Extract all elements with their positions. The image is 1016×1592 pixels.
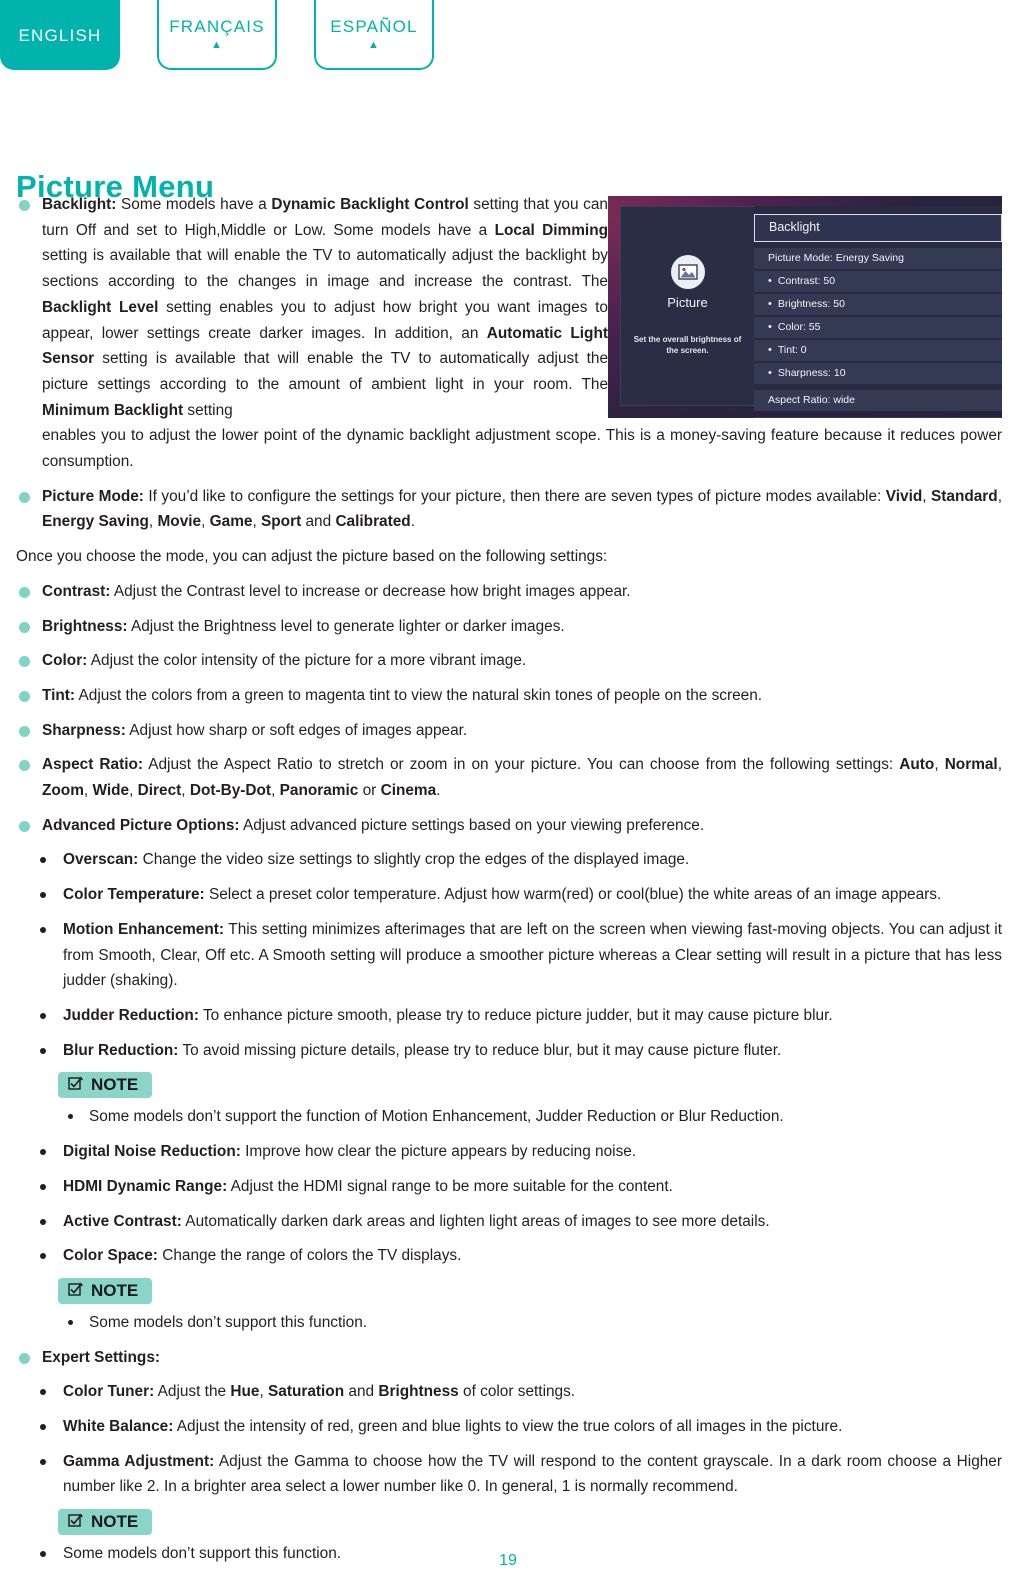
bullet-gamma-adjustment: Gamma Adjustment: Adjust the Gamma to ch… (16, 1449, 1002, 1500)
term-expert-settings: Expert Settings: (42, 1348, 161, 1366)
checkbox-pencil-icon (68, 1075, 84, 1094)
bullet-color: Color: Adjust the color intensity of the… (16, 648, 1002, 674)
bullet-contrast: Contrast: Adjust the Contrast level to i… (16, 579, 1002, 605)
term-white-balance: White Balance: (63, 1418, 174, 1436)
term-overscan: Overscan: (63, 851, 139, 869)
caret-up-icon: ▲ (367, 38, 381, 51)
bullet-tint: Tint: Adjust the colors from a green to … (16, 683, 1002, 709)
term-aspect-ratio: Aspect Ratio: (42, 756, 143, 774)
note-badge: NOTE (58, 1509, 153, 1536)
note-badge: NOTE (58, 1072, 153, 1099)
note-badge-label: NOTE (91, 1280, 139, 1300)
term-color-temperature: Color Temperature: (63, 886, 205, 904)
term-hdmi-dynamic-range: HDMI Dynamic Range: (63, 1177, 228, 1195)
term-backlight: Backlight: (42, 196, 117, 213)
bullet-backlight-tail: enables you to adjust the lower point of… (42, 427, 1002, 471)
bullet-white-balance: White Balance: Adjust the intensity of r… (16, 1414, 1002, 1440)
term-contrast: Contrast: (42, 582, 111, 600)
term-active-contrast: Active Contrast: (63, 1212, 182, 1230)
note-badge: NOTE (58, 1277, 153, 1304)
term-motion-enhancement: Motion Enhancement: (63, 920, 225, 938)
once-you-choose-line: Once you choose the mode, you can adjust… (16, 548, 608, 566)
caret-up-icon: ▲ (210, 38, 224, 51)
language-tab-francais-label: FRANÇAIS (169, 16, 265, 36)
bullet-picture-mode: Picture Mode: If you’d like to configure… (16, 484, 1002, 535)
bullet-hdmi-dynamic-range: HDMI Dynamic Range: Adjust the HDMI sign… (16, 1174, 1002, 1200)
bullet-digital-noise-reduction: Digital Noise Reduction: Improve how cle… (16, 1139, 1002, 1165)
term-tint: Tint: (42, 686, 76, 704)
term-color: Color: (42, 652, 88, 670)
checkbox-pencil-icon (68, 1281, 84, 1300)
term-sharpness: Sharpness: (42, 721, 126, 739)
language-tab-english-label: ENGLISH (18, 25, 102, 45)
language-tab-bar: ENGLISH FRANÇAIS ▲ ESPAÑOL ▲ (0, 0, 434, 70)
term-blur-reduction: Blur Reduction: (63, 1041, 179, 1059)
bullet-expert-settings: Expert Settings: (16, 1345, 1002, 1371)
term-picture-mode: Picture Mode: (42, 487, 144, 505)
term-color-space: Color Space: (63, 1247, 158, 1265)
document-body: Backlight: Some models have a Dynamic Ba… (16, 192, 1002, 1576)
bullet-blur-reduction: Blur Reduction: To avoid missing picture… (16, 1038, 1002, 1064)
bullet-sharpness: Sharpness: Adjust how sharp or soft edge… (16, 718, 1002, 744)
bullet-overscan: Overscan: Change the video size settings… (16, 847, 1002, 873)
bullet-aspect-ratio: Aspect Ratio: Adjust the Aspect Ratio to… (16, 752, 1002, 803)
language-tab-english[interactable]: ENGLISH (0, 0, 120, 70)
bullet-color-temperature: Color Temperature: Select a preset color… (16, 882, 1002, 908)
note-badge-row-2: NOTE (16, 1277, 1002, 1306)
language-tab-espanol-label: ESPAÑOL (330, 16, 418, 36)
note-item-2: Some models don’t support this function. (16, 1310, 1002, 1336)
bullet-judder-reduction: Judder Reduction: To enhance picture smo… (16, 1003, 1002, 1029)
term-brightness: Brightness: (42, 617, 128, 635)
bullet-active-contrast: Active Contrast: Automatically darken da… (16, 1209, 1002, 1235)
bullet-advanced-picture-options: Advanced Picture Options: Adjust advance… (16, 813, 1002, 839)
page-number: 19 (499, 1552, 517, 1569)
checkbox-pencil-icon (68, 1512, 84, 1531)
bullet-color-tuner: Color Tuner: Adjust the Hue, Saturation … (16, 1379, 1002, 1405)
term-color-tuner: Color Tuner: (63, 1383, 155, 1401)
note-badge-row-1: NOTE (16, 1072, 1002, 1100)
language-tab-francais[interactable]: FRANÇAIS ▲ (157, 0, 277, 70)
term-gamma-adjustment: Gamma Adjustment: (63, 1452, 215, 1470)
note-badge-label: NOTE (91, 1512, 139, 1532)
term-advanced-picture-options: Advanced Picture Options: (42, 816, 240, 834)
bullet-backlight: Backlight: Some models have a Dynamic Ba… (16, 192, 608, 423)
bullet-color-space: Color Space: Change the range of colors … (16, 1243, 1002, 1269)
bullet-motion-enhancement: Motion Enhancement: This setting minimiz… (16, 917, 1002, 994)
note-badge-label: NOTE (91, 1075, 139, 1095)
term-judder-reduction: Judder Reduction: (63, 1006, 199, 1024)
language-tab-espanol[interactable]: ESPAÑOL ▲ (314, 0, 434, 70)
note-item-1: Some models don’t support the function o… (16, 1104, 1002, 1130)
bullet-brightness: Brightness: Adjust the Brightness level … (16, 614, 1002, 640)
note-badge-row-3: NOTE (16, 1509, 1002, 1537)
term-digital-noise-reduction: Digital Noise Reduction: (63, 1143, 241, 1161)
